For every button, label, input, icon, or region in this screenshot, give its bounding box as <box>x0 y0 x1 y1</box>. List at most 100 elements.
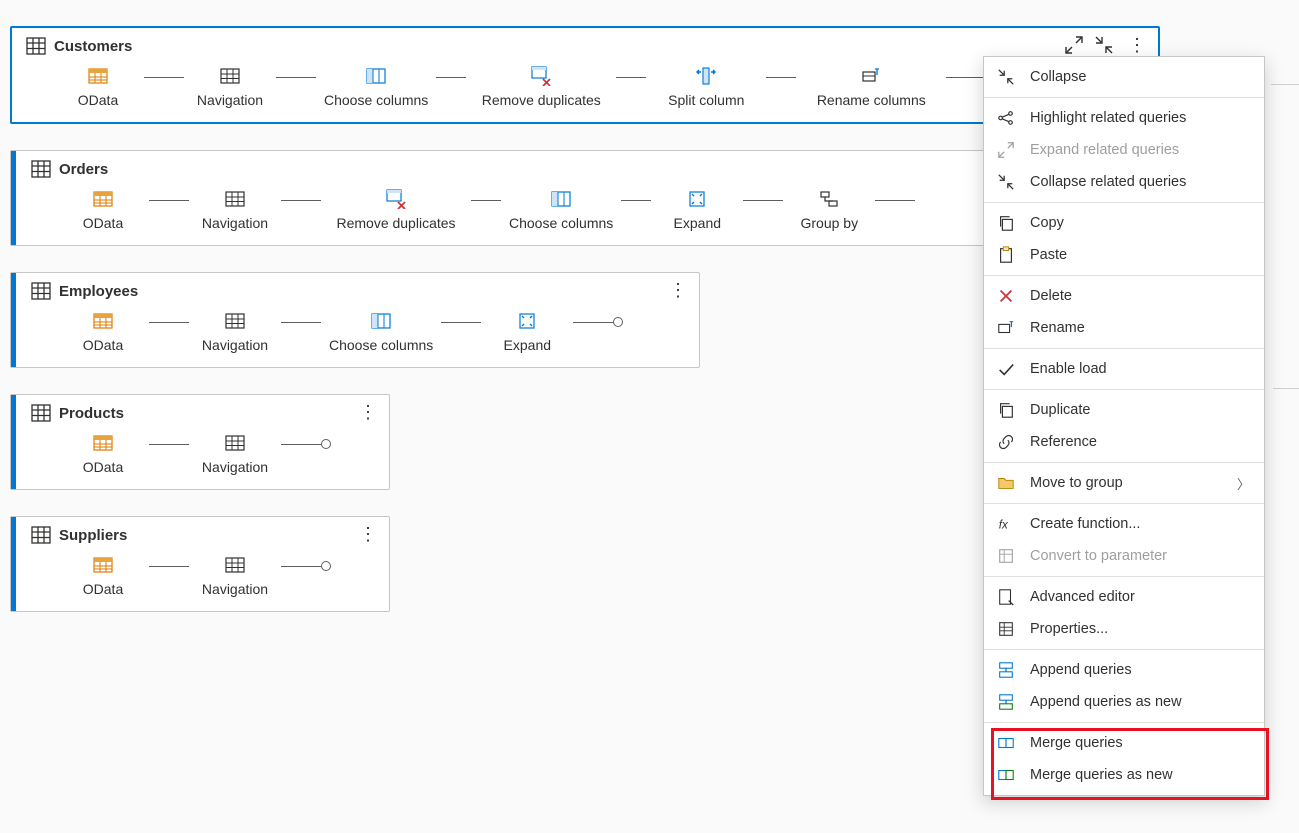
step-expand[interactable]: Expand <box>481 311 573 353</box>
reference-icon <box>996 432 1016 452</box>
copy-icon <box>996 213 1016 233</box>
parameter-icon <box>996 546 1016 566</box>
merge-icon <box>996 733 1016 753</box>
menu-advanced-editor[interactable]: Advanced editor <box>984 581 1264 613</box>
step-navigation[interactable]: Navigation <box>184 66 276 108</box>
step-remove-duplicates[interactable]: Remove duplicates <box>466 66 616 108</box>
table-nav-icon <box>225 311 245 331</box>
collapse-icon[interactable] <box>1094 35 1114 55</box>
datasource-icon <box>93 311 113 331</box>
query-card-orders[interactable]: Orders OData Navigation Remove <box>10 150 990 246</box>
step-odata[interactable]: OData <box>57 555 149 597</box>
properties-icon <box>996 619 1016 639</box>
end-node <box>321 561 331 571</box>
table-icon <box>31 159 51 179</box>
step-navigation[interactable]: Navigation <box>189 189 281 231</box>
menu-append-queries[interactable]: Append queries <box>984 654 1264 686</box>
append-new-icon <box>996 692 1016 712</box>
highlight-related-icon <box>996 108 1016 128</box>
step-odata[interactable]: OData <box>52 66 144 108</box>
expand-step-icon <box>517 311 537 331</box>
choose-columns-icon <box>366 66 386 86</box>
query-card-products[interactable]: Products ⋮ OData Navigation <box>10 394 390 490</box>
menu-reference[interactable]: Reference <box>984 426 1264 458</box>
more-icon[interactable]: ⋮ <box>1124 34 1150 56</box>
step-split-column[interactable]: Split column <box>646 66 766 108</box>
step-navigation[interactable]: Navigation <box>189 555 281 597</box>
collapse-related-icon <box>996 172 1016 192</box>
expand-related-icon <box>996 140 1016 160</box>
menu-duplicate[interactable]: Duplicate <box>984 394 1264 426</box>
end-node <box>321 439 331 449</box>
query-title: Products <box>59 405 124 422</box>
menu-highlight-related[interactable]: Highlight related queries <box>984 102 1264 134</box>
table-nav-icon <box>225 433 245 453</box>
step-rename-columns[interactable]: Rename columns <box>796 66 946 108</box>
step-odata[interactable]: OData <box>57 433 149 475</box>
rename-columns-icon <box>861 66 881 86</box>
expand-step-icon <box>687 189 707 209</box>
svg-text:fx: fx <box>999 519 1009 532</box>
step-odata[interactable]: OData <box>57 311 149 353</box>
step-choose-columns[interactable]: Choose columns <box>321 311 441 353</box>
step-remove-duplicates[interactable]: Remove duplicates <box>321 189 471 231</box>
query-card-suppliers[interactable]: Suppliers ⋮ OData Navigation <box>10 516 390 612</box>
delete-icon <box>996 286 1016 306</box>
menu-paste[interactable]: Paste <box>984 239 1264 271</box>
paste-icon <box>996 245 1016 265</box>
menu-append-queries-new[interactable]: Append queries as new <box>984 686 1264 718</box>
append-icon <box>996 660 1016 680</box>
chevron-right-icon: 〉 <box>1237 474 1250 493</box>
menu-merge-queries-new[interactable]: Merge queries as new <box>984 759 1264 791</box>
query-title: Customers <box>54 38 132 55</box>
query-title: Employees <box>59 283 138 300</box>
menu-collapse[interactable]: Collapse <box>984 61 1264 93</box>
datasource-icon <box>88 66 108 86</box>
step-odata[interactable]: OData <box>57 189 149 231</box>
split-column-icon <box>696 66 716 86</box>
datasource-icon <box>93 433 113 453</box>
query-title: Orders <box>59 161 108 178</box>
more-icon[interactable]: ⋮ <box>665 279 691 301</box>
step-choose-columns[interactable]: Choose columns <box>316 66 436 108</box>
remove-duplicates-icon <box>531 66 551 86</box>
table-icon <box>26 36 46 56</box>
step-navigation[interactable]: Navigation <box>189 311 281 353</box>
step-group-by[interactable]: Group by <box>783 189 875 231</box>
choose-columns-icon <box>551 189 571 209</box>
expand-icon[interactable] <box>1064 35 1084 55</box>
query-card-employees[interactable]: Employees ⋮ OData Navigation Choose colu… <box>10 272 700 368</box>
choose-columns-icon <box>371 311 391 331</box>
remove-duplicates-icon <box>386 189 406 209</box>
merge-new-icon <box>996 765 1016 785</box>
rename-icon <box>996 318 1016 338</box>
end-node <box>613 317 623 327</box>
collapse-arrows-icon <box>996 67 1016 87</box>
group-by-icon <box>819 189 839 209</box>
more-icon[interactable]: ⋮ <box>355 401 381 423</box>
menu-expand-related: Expand related queries <box>984 134 1264 166</box>
menu-create-function[interactable]: fx Create function... <box>984 508 1264 540</box>
menu-collapse-related[interactable]: Collapse related queries <box>984 166 1264 198</box>
more-icon[interactable]: ⋮ <box>355 523 381 545</box>
menu-rename[interactable]: Rename <box>984 312 1264 344</box>
datasource-icon <box>93 189 113 209</box>
menu-move-to-group[interactable]: Move to group 〉 <box>984 467 1264 499</box>
step-navigation[interactable]: Navigation <box>189 433 281 475</box>
menu-enable-load[interactable]: Enable load <box>984 353 1264 385</box>
table-icon <box>31 403 51 423</box>
menu-copy[interactable]: Copy <box>984 207 1264 239</box>
checkmark-icon <box>996 359 1016 379</box>
table-nav-icon <box>225 189 245 209</box>
table-icon <box>31 525 51 545</box>
step-expand[interactable]: Expand <box>651 189 743 231</box>
menu-delete[interactable]: Delete <box>984 280 1264 312</box>
context-menu: Collapse Highlight related queries Expan… <box>983 56 1265 796</box>
step-choose-columns[interactable]: Choose columns <box>501 189 621 231</box>
menu-properties[interactable]: Properties... <box>984 613 1264 645</box>
menu-convert-parameter: Convert to parameter <box>984 540 1264 572</box>
table-nav-icon <box>225 555 245 575</box>
menu-merge-queries[interactable]: Merge queries <box>984 727 1264 759</box>
duplicate-icon <box>996 400 1016 420</box>
table-nav-icon <box>220 66 240 86</box>
